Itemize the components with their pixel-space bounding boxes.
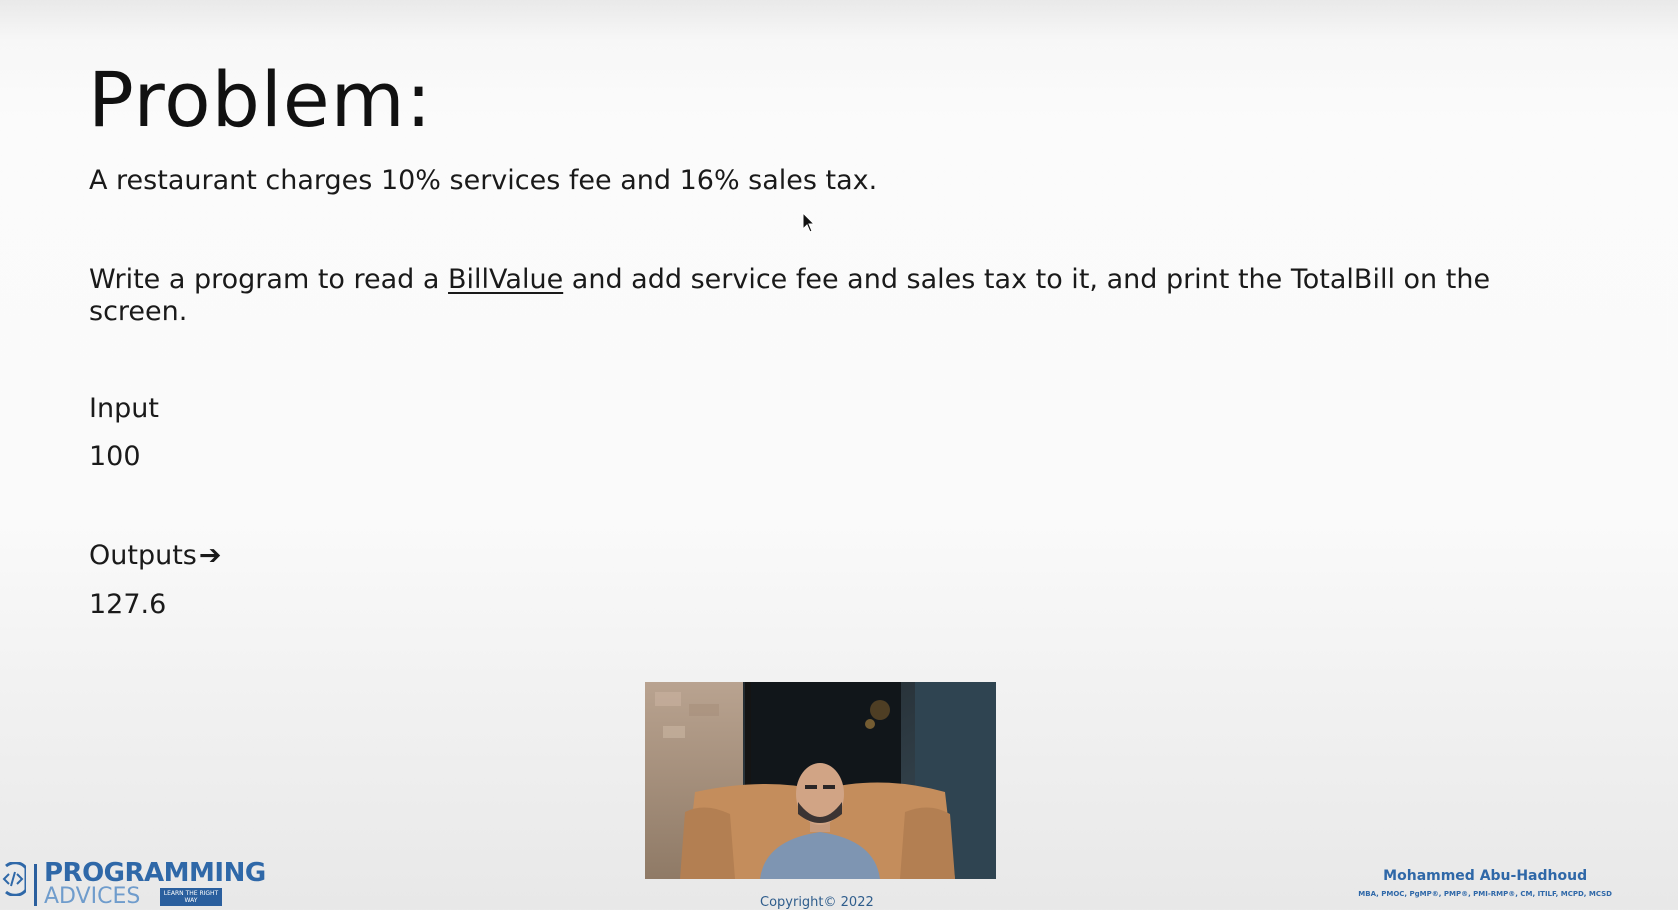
author-name: Mohammed Abu-Hadhoud [1383,868,1588,884]
logo-main-text: PROGRAMMING [44,858,266,888]
slide-title: Problem: [88,55,433,144]
output-label-row: Outputs➔ [89,540,221,572]
task-description: Write a program to read a BillValue and … [89,264,1529,328]
programming-advices-logo: PROGRAMMING ADVICES LEARN THE RIGHT WAY [0,858,266,909]
output-label: Outputs [89,540,197,571]
author-credentials: MBA, PMOC, PgMP®, PMP®, PMI-RMP®, CM, IT… [1358,890,1612,898]
presenter-webcam [645,682,996,879]
presentation-slide: Problem: A restaurant charges 10% servic… [0,0,1678,910]
task-text-before: Write a program to read a [89,264,449,295]
input-label: Input [89,393,159,424]
code-brackets-icon [2,862,26,896]
input-value: 100 [89,441,141,472]
arrow-right-icon: ➔ [198,540,222,571]
presenter-video-frame [645,682,996,879]
problem-statement: A restaurant charges 10% services fee an… [89,165,878,196]
logo-sub-text: ADVICES [44,884,141,909]
output-value: 127.6 [89,589,167,620]
logo-divider [34,864,37,906]
mouse-pointer-icon [802,212,816,233]
task-variable-billvalue: BillValue [448,264,564,295]
logo-tagline: LEARN THE RIGHT WAY [160,888,222,906]
author-block: Mohammed Abu-Hadhoud MBA, PMOC, PgMP®, P… [1358,867,1612,899]
copyright-text: Copyright© 2022 [760,895,874,910]
